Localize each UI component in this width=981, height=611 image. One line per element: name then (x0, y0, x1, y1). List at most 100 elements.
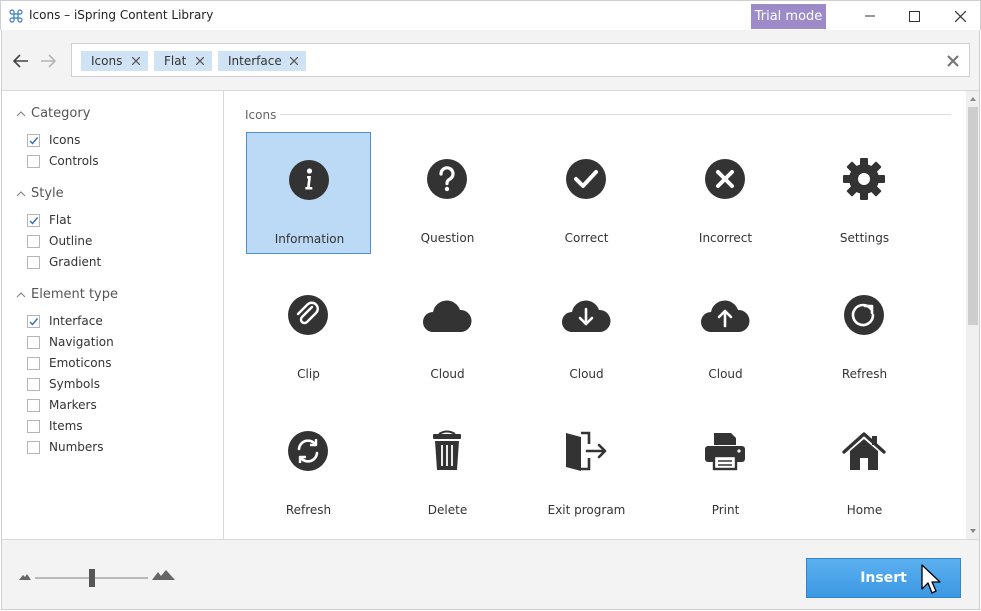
title-bar: Icons – iSpring Content Library Trial mo… (0, 0, 981, 30)
element-type-group-header[interactable]: Element type (15, 287, 118, 302)
zoom-slider[interactable] (17, 567, 182, 587)
tile-label: Incorrect (698, 231, 753, 245)
filter-option[interactable]: Controls (27, 153, 99, 169)
exit-program-icon (561, 426, 611, 476)
checkbox[interactable] (27, 133, 40, 147)
category-group-header[interactable]: Category (15, 106, 90, 121)
checkmark-icon (29, 136, 39, 145)
chevron-up-icon (16, 110, 26, 116)
filter-option[interactable]: Gradient (27, 254, 101, 270)
filter-option[interactable]: Items (27, 418, 83, 434)
tile-label: Cloud (708, 367, 743, 381)
refresh-icon (839, 290, 889, 340)
clip-icon (283, 290, 333, 340)
filter-chip[interactable]: Flat (154, 51, 212, 71)
remove-chip-button[interactable] (194, 51, 206, 71)
settings-icon (839, 154, 889, 204)
checkmark-icon (29, 216, 39, 225)
checkbox[interactable] (27, 213, 40, 227)
icon-tile-delete[interactable]: Delete (385, 404, 510, 526)
icon-tile-correct[interactable]: Correct (524, 132, 649, 254)
option-label: Outline (49, 234, 93, 248)
toolbar: Icons Flat Interface (1, 30, 980, 91)
icon-tile-incorrect[interactable]: Incorrect (663, 132, 788, 254)
clear-search-icon[interactable] (945, 53, 961, 69)
checkbox[interactable] (27, 398, 40, 412)
minimize-icon (865, 15, 875, 17)
option-label: Flat (49, 213, 72, 227)
group-label: Category (31, 106, 91, 121)
checkbox[interactable] (27, 335, 40, 349)
filter-option[interactable]: Navigation (27, 334, 114, 350)
icon-tile-refresh[interactable]: Refresh (802, 268, 927, 390)
filter-option[interactable]: Emoticons (27, 355, 111, 371)
icon-tile-print[interactable]: Print (663, 404, 788, 526)
vertical-scrollbar[interactable] (966, 91, 980, 539)
window-title: Icons – iSpring Content Library (29, 8, 214, 22)
small-mountain-icon (19, 574, 31, 580)
maximize-icon (908, 10, 920, 22)
tile-label: Correct (564, 231, 609, 245)
cloud-upload-icon (700, 290, 750, 340)
close-button[interactable] (937, 1, 981, 31)
minimize-button[interactable] (847, 1, 893, 31)
zoom-slider-thumb[interactable] (89, 569, 95, 587)
checkbox[interactable] (27, 314, 40, 328)
checkbox[interactable] (27, 440, 40, 454)
icon-tile-question[interactable]: Question (385, 132, 510, 254)
mouse-cursor-icon (921, 564, 941, 594)
scroll-up-icon[interactable] (968, 94, 978, 104)
scrollbar-thumb[interactable] (968, 107, 978, 325)
cloud-download-icon (561, 290, 611, 340)
checkbox[interactable] (27, 154, 40, 168)
filter-option[interactable]: Outline (27, 233, 92, 249)
icon-tile-exit-program[interactable]: Exit program (524, 404, 649, 526)
filter-option[interactable]: Numbers (27, 439, 103, 455)
search-filter-box[interactable]: Icons Flat Interface (71, 43, 970, 77)
section-title: Icons (245, 108, 277, 122)
remove-chip-button[interactable] (288, 51, 300, 71)
question-icon (422, 154, 472, 204)
filter-sidebar: Category Icons Controls Style Flat Outli… (1, 91, 224, 539)
checkbox[interactable] (27, 419, 40, 433)
icon-tile-cloud[interactable]: Cloud (385, 268, 510, 390)
tile-label: Refresh (285, 503, 332, 517)
checkmark-icon (29, 317, 39, 326)
icon-tile-cloud-download[interactable]: Cloud (524, 268, 649, 390)
filter-option[interactable]: Markers (27, 397, 97, 413)
cloud-icon (422, 290, 472, 340)
close-icon (290, 57, 298, 65)
checkbox[interactable] (27, 356, 40, 370)
tile-label: Information (274, 232, 345, 246)
filter-option[interactable]: Flat (27, 212, 71, 228)
forward-button[interactable] (38, 51, 58, 71)
filter-option[interactable]: Symbols (27, 376, 100, 392)
refresh-cycle-icon (283, 426, 333, 476)
icon-gallery: Icons Information Question Correct Incor… (224, 91, 966, 539)
tile-label: Delete (427, 503, 468, 517)
app-icon (9, 9, 23, 23)
style-group-header[interactable]: Style (15, 186, 64, 201)
maximize-button[interactable] (891, 1, 937, 31)
icon-tile-cloud-upload[interactable]: Cloud (663, 268, 788, 390)
option-label: Gradient (49, 255, 102, 269)
option-label: Symbols (49, 377, 100, 391)
filter-chip[interactable]: Icons (81, 51, 148, 71)
remove-chip-button[interactable] (130, 51, 142, 71)
icon-tile-settings[interactable]: Settings (802, 132, 927, 254)
chevron-up-icon (16, 190, 26, 196)
scroll-down-icon[interactable] (968, 526, 978, 536)
filter-chip[interactable]: Interface (218, 51, 306, 71)
filter-option[interactable]: Icons (27, 132, 80, 148)
checkbox[interactable] (27, 234, 40, 248)
checkbox[interactable] (27, 255, 40, 269)
filter-option[interactable]: Interface (27, 313, 103, 329)
icon-tile-information[interactable]: Information (246, 132, 371, 254)
icon-tile-clip[interactable]: Clip (246, 268, 371, 390)
chip-label: Icons (91, 54, 123, 68)
checkbox[interactable] (27, 377, 40, 391)
trial-mode-badge[interactable]: Trial mode (751, 4, 826, 29)
icon-tile-refresh-cycle[interactable]: Refresh (246, 404, 371, 526)
back-button[interactable] (11, 51, 31, 71)
icon-tile-home[interactable]: Home (802, 404, 927, 526)
